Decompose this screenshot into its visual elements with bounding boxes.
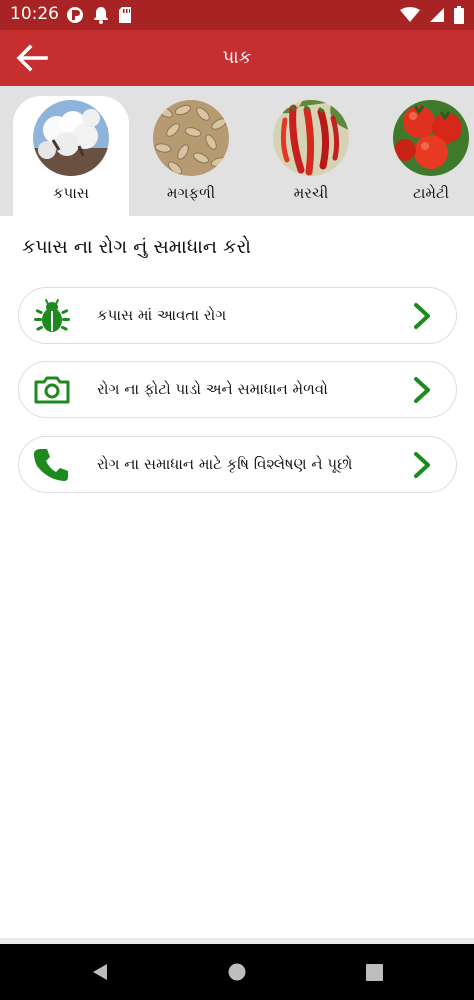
- option-label: રોગ ના ફોટો પાડો અને સમાધાન મેળવો: [97, 380, 328, 398]
- option-label: રોગ ના સમાધાન માટે કૃષિ વિશ્લેષણ ને પૂછો: [97, 455, 353, 473]
- arrow-left-icon: [16, 44, 48, 72]
- page-title: પાક: [222, 47, 252, 68]
- back-button[interactable]: [12, 40, 52, 76]
- photo-solution-option[interactable]: રોગ ના ફોટો પાડો અને સમાધાન મેળવો: [18, 361, 457, 418]
- camera-icon: [33, 374, 71, 406]
- phone-icon: [33, 449, 71, 481]
- chevron-right-icon: [414, 377, 430, 403]
- crop-label: કપાસ: [52, 184, 90, 202]
- home-icon: [228, 963, 246, 981]
- signal-icon: [430, 8, 444, 22]
- recents-icon: [365, 963, 383, 981]
- crop-tab-cotton[interactable]: કપાસ: [13, 96, 129, 216]
- nav-back-button[interactable]: [88, 960, 112, 984]
- chevron-right-icon: [414, 452, 430, 478]
- chilli-image: [273, 100, 349, 176]
- app-notification-icon: [67, 7, 83, 23]
- wifi-icon: [400, 7, 420, 22]
- tomato-image: [393, 100, 469, 176]
- nav-recents-button[interactable]: [362, 960, 386, 984]
- bell-icon: [94, 7, 108, 24]
- status-time: 10:26: [10, 4, 59, 24]
- option-label: કપાસ માં આવતા રોગ: [97, 306, 227, 324]
- status-bar: 10:26: [0, 0, 474, 30]
- system-nav-bar: [0, 944, 474, 1000]
- chevron-right-icon: [414, 303, 430, 329]
- crop-label: મગફળી: [166, 184, 216, 202]
- crop-label: ટામેટી: [412, 184, 449, 202]
- bug-icon: [33, 299, 71, 332]
- section-title: કપાસ ના રોગ નું સમાધાન કરો: [22, 236, 252, 258]
- diseases-option[interactable]: કપાસ માં આવતા રોગ: [18, 287, 457, 344]
- crop-tabs: કપાસ મગફળી મરચી ટામેટી: [0, 86, 474, 216]
- crop-tab-tomato[interactable]: ટામેટી: [373, 96, 474, 216]
- sd-card-icon: [119, 7, 131, 23]
- crop-label: મરચી: [293, 184, 329, 202]
- crop-tab-chilli[interactable]: મરચી: [253, 96, 369, 216]
- back-icon: [93, 964, 107, 980]
- ask-expert-option[interactable]: રોગ ના સમાધાન માટે કૃષિ વિશ્લેષણ ને પૂછો: [18, 436, 457, 493]
- crop-tab-groundnut[interactable]: મગફળી: [133, 96, 249, 216]
- app-bar: પાક: [0, 30, 474, 86]
- nav-home-button[interactable]: [225, 960, 249, 984]
- groundnut-image: [153, 100, 229, 176]
- battery-icon: [454, 6, 464, 24]
- cotton-image: [33, 100, 109, 176]
